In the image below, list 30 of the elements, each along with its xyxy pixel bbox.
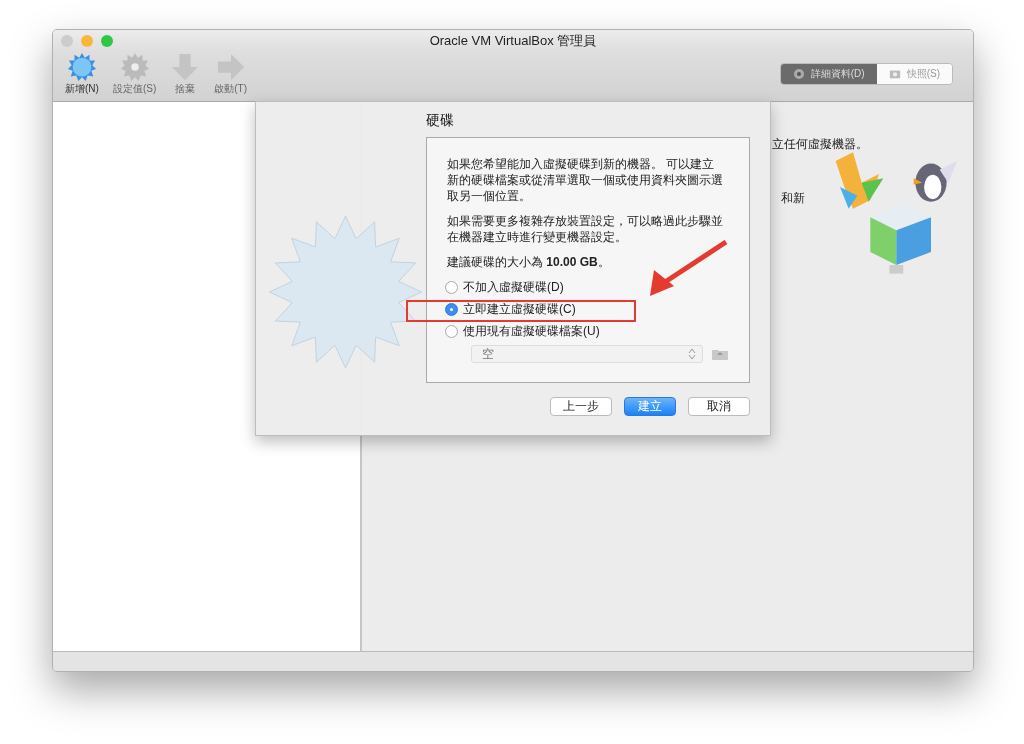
radio-option[interactable]: 不加入虛擬硬碟(D): [445, 279, 729, 296]
instruction-text: 如果需要更多複雜存放裝置設定，可以略過此步驟並在機器建立時進行變更機器設定。: [447, 213, 724, 245]
minimize-button[interactable]: [81, 35, 93, 47]
view-tab[interactable]: 快照(S): [876, 64, 952, 84]
right-arrow-icon: [215, 52, 246, 82]
stepper-icon: [688, 348, 696, 360]
dialog-title: 硬碟: [426, 112, 455, 130]
radio-option[interactable]: 立即建立虛擬硬碟(C): [445, 301, 729, 318]
window-title: Oracle VM VirtualBox 管理員: [428, 32, 598, 50]
zoom-button[interactable]: [101, 35, 113, 47]
instruction-text: 建議硬碟的大小為 10.00 GB。: [447, 254, 611, 270]
radio-button[interactable]: [445, 303, 458, 316]
dialog-button[interactable]: 建立: [624, 397, 676, 416]
toolbar-button[interactable]: 新增(N): [63, 52, 101, 96]
close-button[interactable]: [61, 35, 73, 47]
radio-button[interactable]: [445, 325, 458, 338]
welcome-text: 立任何虛擬機器。: [772, 136, 868, 153]
view-tab[interactable]: 詳細資料(D): [780, 64, 877, 84]
instruction-text: 如果您希望能加入虛擬硬碟到新的機器。 可以建立新的硬碟檔案或從清單選取一個或使用資料夾圖示選取另一個位置。: [447, 156, 724, 204]
radio-option[interactable]: 使用現有虛擬硬碟檔案(U): [445, 323, 729, 340]
dialog-button[interactable]: 取消: [688, 397, 750, 416]
radio-button[interactable]: [445, 281, 458, 294]
folder-icon[interactable]: [711, 347, 729, 361]
gear-icon: [792, 68, 805, 80]
down-arrow-icon: [170, 52, 201, 82]
dialog-button[interactable]: 上一步: [550, 397, 612, 416]
welcome-text: 和新: [781, 190, 805, 207]
camera-icon: [888, 68, 901, 80]
gear-icon: [119, 52, 150, 82]
sun-icon: [66, 52, 97, 82]
